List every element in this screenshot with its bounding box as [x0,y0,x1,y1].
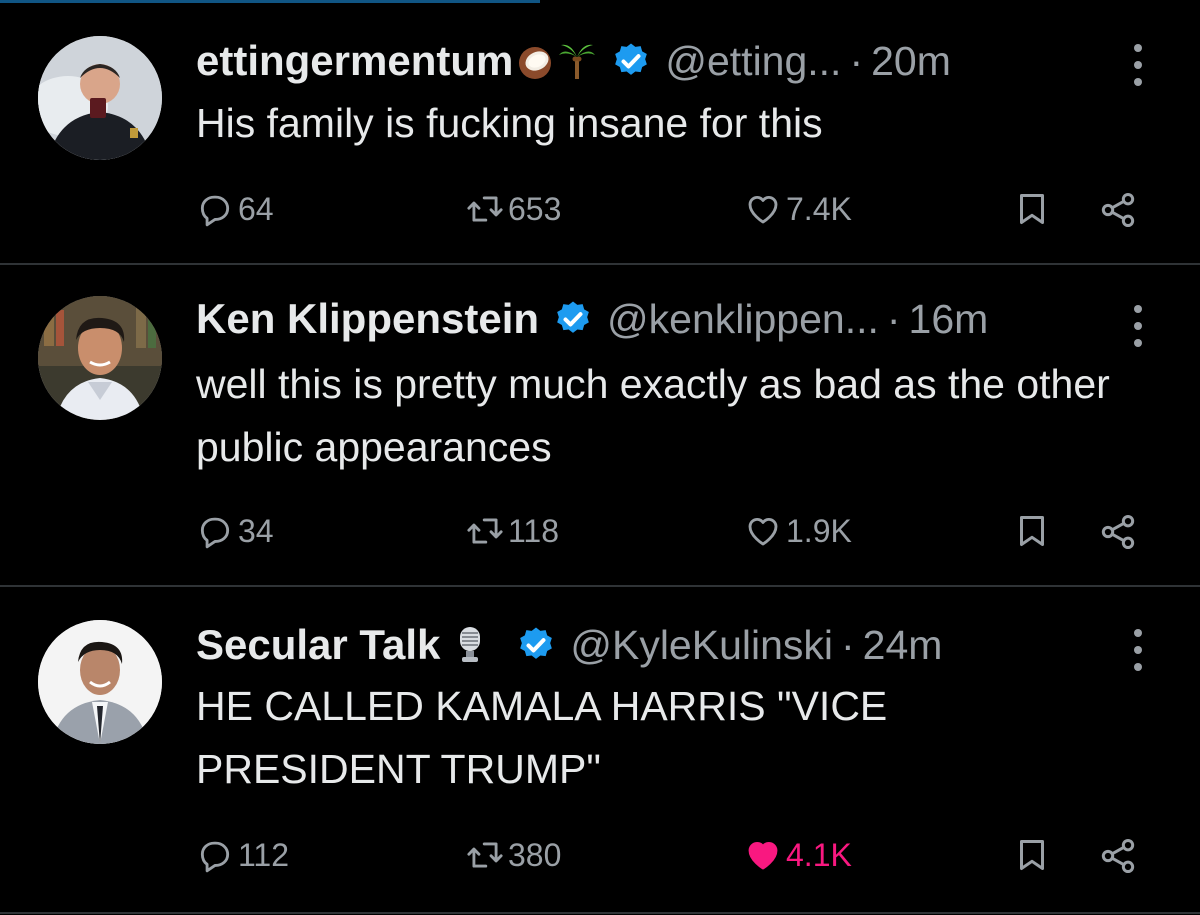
repost-button[interactable]: 653 [466,184,561,234]
reply-button[interactable]: 64 [196,184,274,234]
tweet-header: Secular Talk @KyleKulinski · 24m [196,620,942,670]
more-icon[interactable] [1128,44,1148,86]
tweet-text: His family is fucking insane for this [196,100,823,146]
avatar-image [38,620,162,744]
reply-button[interactable]: 34 [196,506,274,556]
repost-count: 653 [508,190,562,227]
coconut-emoji [519,47,552,79]
share-icon[interactable] [1098,190,1138,230]
separator-dot: · [849,38,864,84]
repost-icon [467,518,503,544]
reply-icon [200,195,230,227]
tweet-header: Ken Klippenstein @kenklippen... · 16m [196,294,988,344]
repost-icon [467,842,503,868]
like-button[interactable]: 4.1K [744,830,852,880]
timestamp[interactable]: 24m [863,620,943,670]
like-count: 4.1K [786,836,852,873]
avatar-image [38,296,162,420]
tweet-header: ettingermentum @etting... · 20m [196,36,951,86]
handle[interactable]: @etting... [665,36,841,86]
display-name[interactable]: ettingermentum [196,36,513,86]
display-name[interactable]: Ken Klippenstein [196,294,539,344]
reply-count: 34 [238,512,274,549]
repost-icon [467,196,503,222]
tweet-divider [0,912,1200,914]
bookmark-icon[interactable] [1014,512,1050,550]
separator-dot: · [886,296,901,342]
tweet[interactable]: Secular Talk @KyleKulinski · 24m HE CALL… [0,587,1200,915]
tweet-text: HE CALLED KAMALA HARRIS "VICE PRESIDENT … [196,683,888,792]
verified-badge-icon [520,627,553,659]
verified-badge-icon [557,301,589,333]
timestamp[interactable]: 20m [871,36,951,86]
tweet-actions: 64 653 7.4K [196,184,1156,234]
handle[interactable]: @kenklippen... [607,294,879,344]
avatar-image [38,36,162,160]
like-icon [748,518,778,546]
like-icon [748,842,778,870]
tweet-actions: 112 380 4.1K [196,830,1156,880]
reply-icon [200,517,230,549]
separator-dot: · [841,622,855,668]
tweet-actions: 34 118 1.9K [196,506,1156,556]
avatar[interactable] [38,296,162,420]
handle[interactable]: @KyleKulinski [570,620,833,670]
repost-count: 118 [508,512,560,549]
share-icon[interactable] [1098,836,1138,876]
tweet[interactable]: ettingermentum @etting... · 20m His fami… [0,0,1200,263]
repost-count: 380 [508,836,562,873]
bookmark-icon[interactable] [1014,836,1050,874]
reply-icon [200,841,230,873]
tweet-text: well this is pretty much exactly as bad … [196,361,1110,470]
repost-button[interactable]: 380 [466,830,561,880]
reply-count: 64 [238,190,274,227]
share-icon[interactable] [1098,512,1138,552]
bookmark-icon[interactable] [1014,190,1050,228]
timestamp[interactable]: 16m [909,294,989,344]
avatar[interactable] [38,620,162,744]
like-button[interactable]: 1.9K [744,506,852,556]
display-name[interactable]: Secular Talk [196,620,440,670]
repost-button[interactable]: 118 [466,506,559,556]
like-button[interactable]: 7.4K [744,184,852,234]
microphone-emoji [460,627,481,662]
avatar[interactable] [38,36,162,160]
reply-button[interactable]: 112 [196,830,289,880]
more-icon[interactable] [1128,305,1148,347]
palm-tree-emoji [559,44,596,79]
more-icon[interactable] [1128,629,1148,671]
reply-count: 112 [238,836,290,873]
verified-badge-icon [615,43,648,75]
like-count: 1.9K [786,512,852,549]
like-count: 7.4K [786,190,852,227]
like-icon [748,196,778,224]
tweet[interactable]: Ken Klippenstein @kenklippen... · 16m we… [0,265,1200,585]
